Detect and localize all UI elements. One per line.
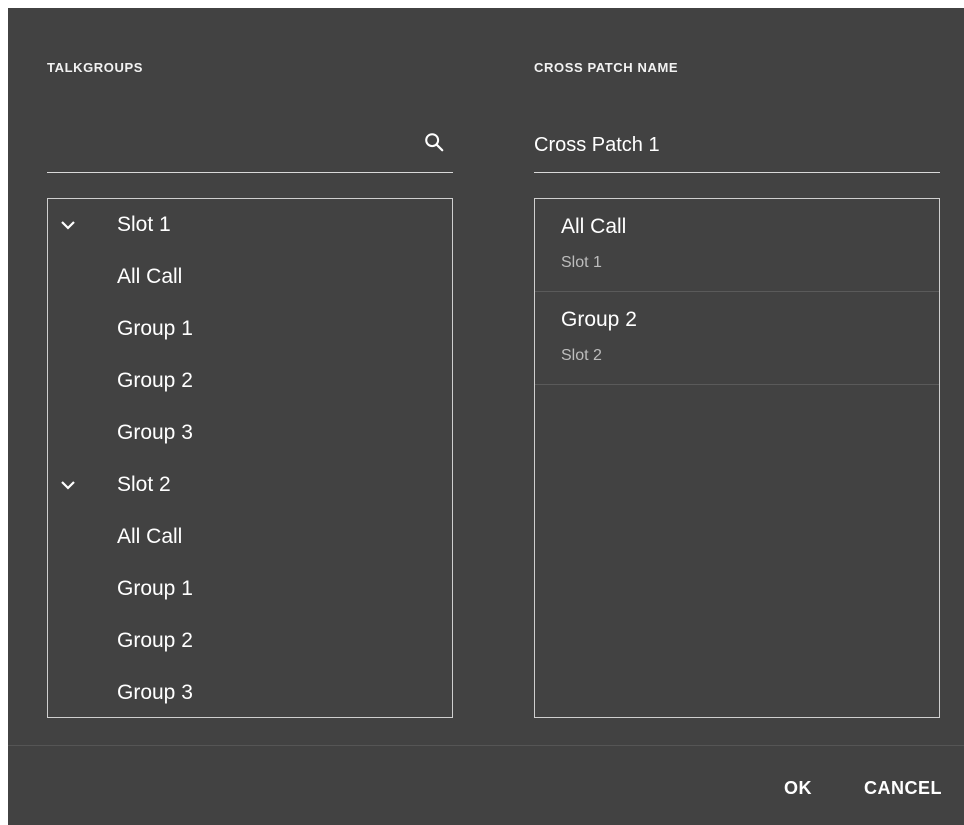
cross-patch-name-label: CROSS PATCH NAME (534, 60, 679, 75)
selected-talkgroup-title: All Call (561, 215, 627, 238)
talkgroup-search-input[interactable] (47, 134, 453, 157)
tree-item-label: Group 3 (117, 681, 193, 704)
tree-header-label: Slot 1 (117, 213, 171, 236)
chevron-down-icon[interactable] (60, 217, 76, 233)
tree-item-label: Group 3 (117, 421, 193, 444)
cross-patch-dialog: TALKGROUPS Slot 1 All Call Group 1 Group… (8, 8, 964, 825)
selected-talkgroup-item[interactable]: Group 2 Slot 2 (535, 292, 939, 385)
tree-header-slot-2[interactable]: Slot 2 (48, 459, 452, 511)
search-icon[interactable] (423, 131, 445, 153)
selected-talkgroup-slot: Slot 2 (561, 347, 602, 364)
tree-item[interactable]: Group 2 (48, 615, 452, 667)
tree-item-label: Group 2 (117, 629, 193, 652)
tree-header-slot-1[interactable]: Slot 1 (48, 199, 452, 251)
cross-patch-name-field[interactable] (534, 118, 940, 173)
talkgroups-label: TALKGROUPS (47, 60, 144, 75)
tree-item[interactable]: Group 2 (48, 355, 452, 407)
selected-talkgroup-item[interactable]: All Call Slot 1 (535, 199, 939, 292)
tree-item[interactable]: Group 1 (48, 563, 452, 615)
ok-button[interactable]: OK (784, 778, 812, 799)
talkgroup-tree: Slot 1 All Call Group 1 Group 2 Group 3 … (47, 198, 453, 718)
cancel-button[interactable]: CANCEL (864, 778, 942, 799)
tree-item[interactable]: All Call (48, 251, 452, 303)
tree-item[interactable]: All Call (48, 511, 452, 563)
selected-talkgroup-slot: Slot 1 (561, 254, 602, 271)
tree-item[interactable]: Group 3 (48, 667, 452, 719)
chevron-down-icon[interactable] (60, 477, 76, 493)
tree-item-label: All Call (117, 265, 183, 288)
cross-patch-name-input[interactable] (534, 134, 940, 157)
talkgroup-search-field[interactable] (47, 118, 453, 173)
tree-item-label: All Call (117, 525, 183, 548)
selected-talkgroups-list: All Call Slot 1 Group 2 Slot 2 (534, 198, 940, 718)
tree-item[interactable]: Group 1 (48, 303, 452, 355)
tree-item-label: Group 1 (117, 577, 193, 600)
tree-item[interactable]: Group 3 (48, 407, 452, 459)
tree-item-label: Group 2 (117, 369, 193, 392)
tree-header-label: Slot 2 (117, 473, 171, 496)
selected-talkgroup-title: Group 2 (561, 308, 637, 331)
footer-divider (8, 745, 964, 746)
tree-item-label: Group 1 (117, 317, 193, 340)
